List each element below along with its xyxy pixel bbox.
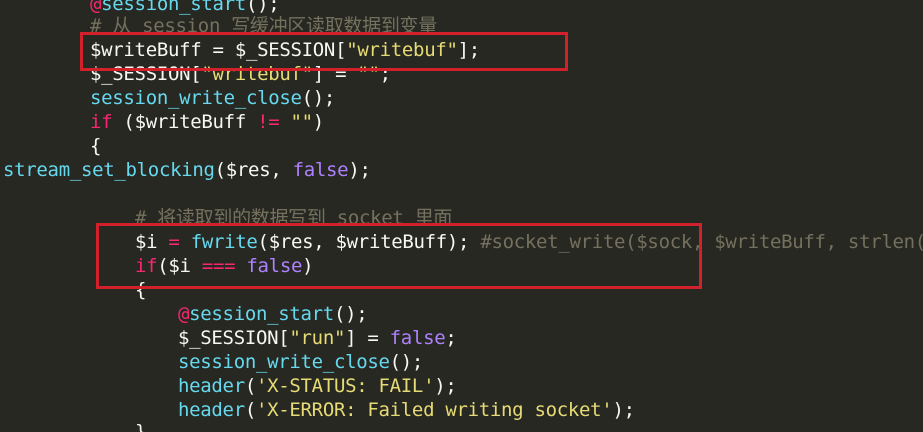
code-token: ) bbox=[302, 255, 314, 277]
code-token: ; bbox=[379, 63, 391, 85]
code-token: (); bbox=[333, 303, 368, 325]
code-token: "writebuf" bbox=[201, 63, 313, 85]
code-token: $_SESSION bbox=[90, 63, 191, 85]
code-token: if bbox=[90, 111, 113, 133]
code-token: # 从 session 写缓冲区读取数据到变量 bbox=[90, 15, 437, 37]
code-token: $i bbox=[168, 255, 191, 277]
code-token: $_SESSION bbox=[234, 39, 336, 61]
code-line: $_SESSION["writebuf"] = ""; bbox=[90, 62, 391, 86]
code-line: stream_set_blocking($res, false); bbox=[3, 158, 371, 182]
code-token: @ bbox=[90, 0, 102, 15]
code-token: if bbox=[135, 255, 158, 277]
code-token: session_start bbox=[101, 0, 246, 15]
code-token: false bbox=[389, 327, 446, 349]
code-token: ] = bbox=[345, 327, 390, 349]
code-token: stream_set_blocking bbox=[3, 159, 215, 181]
code-token: , bbox=[313, 231, 336, 253]
code-line: $writeBuff = $_SESSION["writebuf"]; bbox=[90, 38, 480, 62]
code-token: { bbox=[135, 279, 147, 301]
code-token: ] = bbox=[312, 63, 358, 85]
code-token: session_start bbox=[189, 303, 334, 325]
code-line: # 将读取到的数据写到 socket 里面 bbox=[135, 206, 452, 230]
code-token: @ bbox=[178, 303, 190, 325]
code-token: $writeBuff bbox=[90, 39, 202, 61]
code-token: $writeBuff bbox=[335, 231, 448, 253]
code-editor[interactable]: } header('X-ERROR: Failed writing socket'… bbox=[0, 0, 923, 432]
code-line: if($i === false) bbox=[135, 254, 314, 278]
code-token: $res bbox=[268, 231, 314, 253]
code-token: === bbox=[190, 255, 247, 277]
code-token: (); bbox=[389, 351, 424, 373]
code-token: } bbox=[135, 421, 147, 432]
code-token: session_write_close bbox=[178, 351, 390, 373]
code-token: ); bbox=[348, 159, 371, 181]
code-token: (); bbox=[245, 0, 280, 15]
code-token: ); bbox=[434, 375, 457, 397]
code-token: $res bbox=[225, 159, 271, 181]
code-line: # 从 session 写缓冲区读取数据到变量 bbox=[90, 14, 437, 38]
code-token: "run" bbox=[289, 327, 346, 349]
code-line: if ($writeBuff != "") bbox=[90, 110, 324, 134]
code-line: { bbox=[135, 278, 146, 302]
code-token: = bbox=[157, 231, 191, 253]
code-token: $i bbox=[135, 231, 158, 253]
code-token: $writeBuff bbox=[134, 111, 247, 133]
code-token: header bbox=[178, 375, 245, 397]
code-token: "" bbox=[290, 111, 314, 133]
code-token: , bbox=[270, 159, 293, 181]
code-token: ; bbox=[445, 327, 457, 349]
code-token: #socket_write($sock, $writeBuff, strlen(… bbox=[480, 231, 923, 253]
code-token: header bbox=[178, 399, 245, 421]
code-token: { bbox=[90, 135, 102, 157]
code-line: session_write_close(); bbox=[178, 350, 423, 374]
code-line: @session_start(); bbox=[90, 0, 280, 16]
code-token: ( bbox=[157, 255, 169, 277]
code-token: ( bbox=[257, 231, 269, 253]
code-token: session_write_close bbox=[90, 87, 302, 109]
code-token: false bbox=[246, 255, 303, 277]
code-token: ]; bbox=[457, 39, 481, 61]
code-token: # 将读取到的数据写到 socket 里面 bbox=[135, 207, 453, 229]
code-line: $_SESSION["run"] = false; bbox=[178, 326, 457, 350]
code-line: } bbox=[135, 420, 146, 432]
code-token: ) bbox=[312, 111, 324, 133]
code-token: ( bbox=[214, 159, 226, 181]
code-token: "" bbox=[357, 63, 380, 85]
code-line: header('X-STATUS: FAIL'); bbox=[178, 374, 457, 398]
code-line: header('X-ERROR: Failed writing socket')… bbox=[178, 398, 635, 422]
code-line: { bbox=[90, 134, 101, 158]
code-token: = bbox=[201, 39, 235, 61]
code-line: @session_start(); bbox=[178, 302, 368, 326]
code-token: 'X-STATUS: FAIL' bbox=[255, 375, 435, 397]
code-token: [ bbox=[278, 327, 290, 349]
code-token: [ bbox=[190, 63, 202, 85]
code-token: != bbox=[245, 111, 291, 133]
code-token: "writebuf" bbox=[346, 39, 458, 61]
code-line: $i = fwrite($res, $writeBuff); #socket_w… bbox=[135, 230, 923, 254]
code-token: $_SESSION bbox=[178, 327, 279, 349]
code-token: ); bbox=[446, 231, 481, 253]
code-token: 'X-ERROR: Failed writing socket' bbox=[255, 399, 613, 421]
code-token: ( bbox=[244, 375, 256, 397]
code-token: [ bbox=[335, 39, 347, 61]
code-token: (); bbox=[301, 87, 336, 109]
code-token: fwrite bbox=[190, 231, 258, 253]
code-token: ( bbox=[244, 399, 256, 421]
code-line: session_write_close(); bbox=[90, 86, 335, 110]
code-token: ( bbox=[112, 111, 135, 133]
code-token: false bbox=[292, 159, 349, 181]
code-token: ); bbox=[612, 399, 635, 421]
